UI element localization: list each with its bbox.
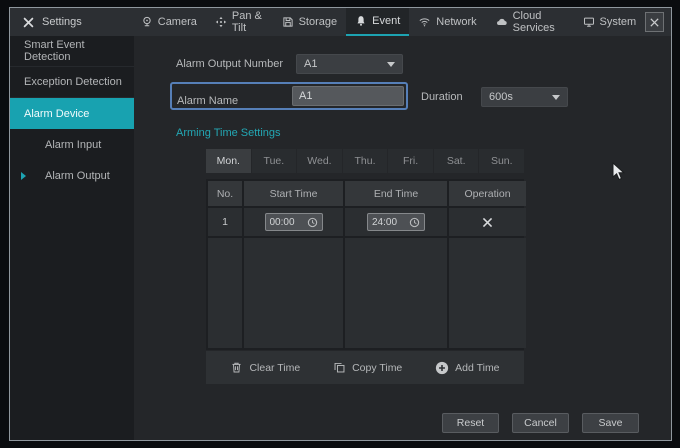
tab-event[interactable]: Event bbox=[346, 8, 410, 36]
empty-cell bbox=[345, 238, 447, 348]
col-header-no: No. bbox=[208, 181, 242, 206]
end-time-cell bbox=[345, 208, 447, 236]
schedule-table: No. Start Time End Time Operation 1 bbox=[206, 179, 526, 350]
day-tab-sat[interactable]: Sat. bbox=[433, 149, 479, 173]
tab-pan-tilt[interactable]: Pan & Tilt bbox=[206, 8, 273, 36]
clock-icon[interactable] bbox=[307, 217, 318, 228]
day-tab-wed[interactable]: Wed. bbox=[297, 149, 342, 173]
col-header-end-time: End Time bbox=[345, 181, 447, 206]
wifi-icon bbox=[418, 16, 431, 28]
col-header-start-time: Start Time bbox=[244, 181, 343, 206]
duration-value: 600s bbox=[489, 91, 513, 103]
end-time-input[interactable] bbox=[372, 216, 404, 228]
cancel-button[interactable]: Cancel bbox=[512, 413, 569, 433]
day-tab-tue[interactable]: Tue. bbox=[251, 149, 297, 173]
arming-time-settings-title: Arming Time Settings bbox=[176, 127, 281, 139]
chevron-down-icon bbox=[552, 94, 560, 100]
sidebar-item-alarm-input[interactable]: Alarm Input bbox=[10, 129, 134, 160]
sidebar: Smart Event Detection Exception Detectio… bbox=[10, 36, 134, 440]
start-time-input[interactable] bbox=[269, 216, 302, 228]
alarm-output-number-label: Alarm Output Number bbox=[176, 58, 283, 70]
sidebar-item-smart-event-detection[interactable]: Smart Event Detection bbox=[10, 36, 134, 67]
storage-icon bbox=[282, 16, 294, 28]
copy-time-button[interactable]: Copy Time bbox=[333, 361, 402, 374]
app-title: Settings bbox=[10, 8, 94, 36]
operation-cell bbox=[449, 208, 526, 236]
tab-cloud-services[interactable]: Cloud Services bbox=[486, 8, 574, 36]
empty-cell bbox=[208, 238, 242, 348]
settings-window: Settings Camera Pan & Tilt Storage Event… bbox=[9, 7, 672, 441]
cloud-icon bbox=[495, 16, 508, 28]
tab-camera[interactable]: Camera bbox=[132, 8, 206, 36]
day-tab-mon[interactable]: Mon. bbox=[206, 149, 251, 173]
day-tab-thu[interactable]: Thu. bbox=[342, 149, 388, 173]
day-tab-fri[interactable]: Fri. bbox=[388, 149, 433, 173]
clear-time-button[interactable]: Clear Time bbox=[230, 361, 300, 374]
add-circle-icon bbox=[435, 361, 449, 375]
clock-icon[interactable] bbox=[409, 217, 420, 228]
footer-buttons: Reset Cancel Save bbox=[442, 413, 639, 433]
empty-cell bbox=[244, 238, 343, 348]
close-icon bbox=[649, 17, 660, 28]
sidebar-item-alarm-output[interactable]: Alarm Output bbox=[10, 160, 134, 191]
tools-icon bbox=[22, 16, 35, 29]
camera-icon bbox=[141, 16, 153, 28]
close-button[interactable] bbox=[645, 12, 664, 32]
day-tab-sun[interactable]: Sun. bbox=[479, 149, 525, 173]
bell-icon bbox=[355, 15, 367, 27]
alarm-name-label: Alarm Name bbox=[177, 95, 239, 107]
alarm-name-input[interactable] bbox=[292, 86, 404, 106]
empty-cell bbox=[449, 238, 526, 348]
day-tabs: Mon. Tue. Wed. Thu. Fri. Sat. Sun. bbox=[206, 149, 525, 173]
sidebar-item-alarm-device[interactable]: Alarm Device bbox=[10, 98, 134, 129]
main-tabs: Camera Pan & Tilt Storage Event Network … bbox=[132, 8, 645, 36]
duration-label: Duration bbox=[421, 91, 463, 103]
start-time-picker[interactable] bbox=[264, 213, 323, 231]
table-actions: Clear Time Copy Time Add Time bbox=[206, 351, 524, 384]
tab-network[interactable]: Network bbox=[409, 8, 485, 36]
col-header-operation: Operation bbox=[449, 181, 526, 206]
save-button[interactable]: Save bbox=[582, 413, 639, 433]
delete-x-icon bbox=[481, 216, 494, 229]
tab-system[interactable]: System bbox=[574, 8, 646, 36]
alarm-output-number-select[interactable]: A1 bbox=[296, 54, 403, 74]
window-body: Smart Event Detection Exception Detectio… bbox=[10, 36, 671, 440]
sidebar-item-exception-detection[interactable]: Exception Detection bbox=[10, 67, 134, 98]
duration-select[interactable]: 600s bbox=[481, 87, 568, 107]
alarm-output-number-value: A1 bbox=[304, 58, 318, 70]
row-number-cell: 1 bbox=[208, 208, 242, 236]
topbar: Settings Camera Pan & Tilt Storage Event… bbox=[10, 8, 671, 36]
reset-button[interactable]: Reset bbox=[442, 413, 499, 433]
copy-icon bbox=[333, 361, 346, 374]
start-time-cell bbox=[244, 208, 343, 236]
delete-row-button[interactable] bbox=[481, 216, 494, 229]
end-time-picker[interactable] bbox=[367, 213, 425, 231]
monitor-icon bbox=[583, 16, 595, 28]
alarm-name-field-group: Alarm Name bbox=[170, 82, 408, 110]
tab-storage[interactable]: Storage bbox=[273, 8, 347, 36]
content: Alarm Output Number A1 Alarm Name Durati… bbox=[134, 36, 671, 440]
pan-tilt-icon bbox=[215, 16, 227, 28]
chevron-down-icon bbox=[387, 61, 395, 67]
caret-right-icon bbox=[21, 172, 26, 180]
app-title-label: Settings bbox=[42, 16, 82, 28]
trash-icon bbox=[230, 361, 243, 374]
add-time-button[interactable]: Add Time bbox=[435, 361, 500, 375]
